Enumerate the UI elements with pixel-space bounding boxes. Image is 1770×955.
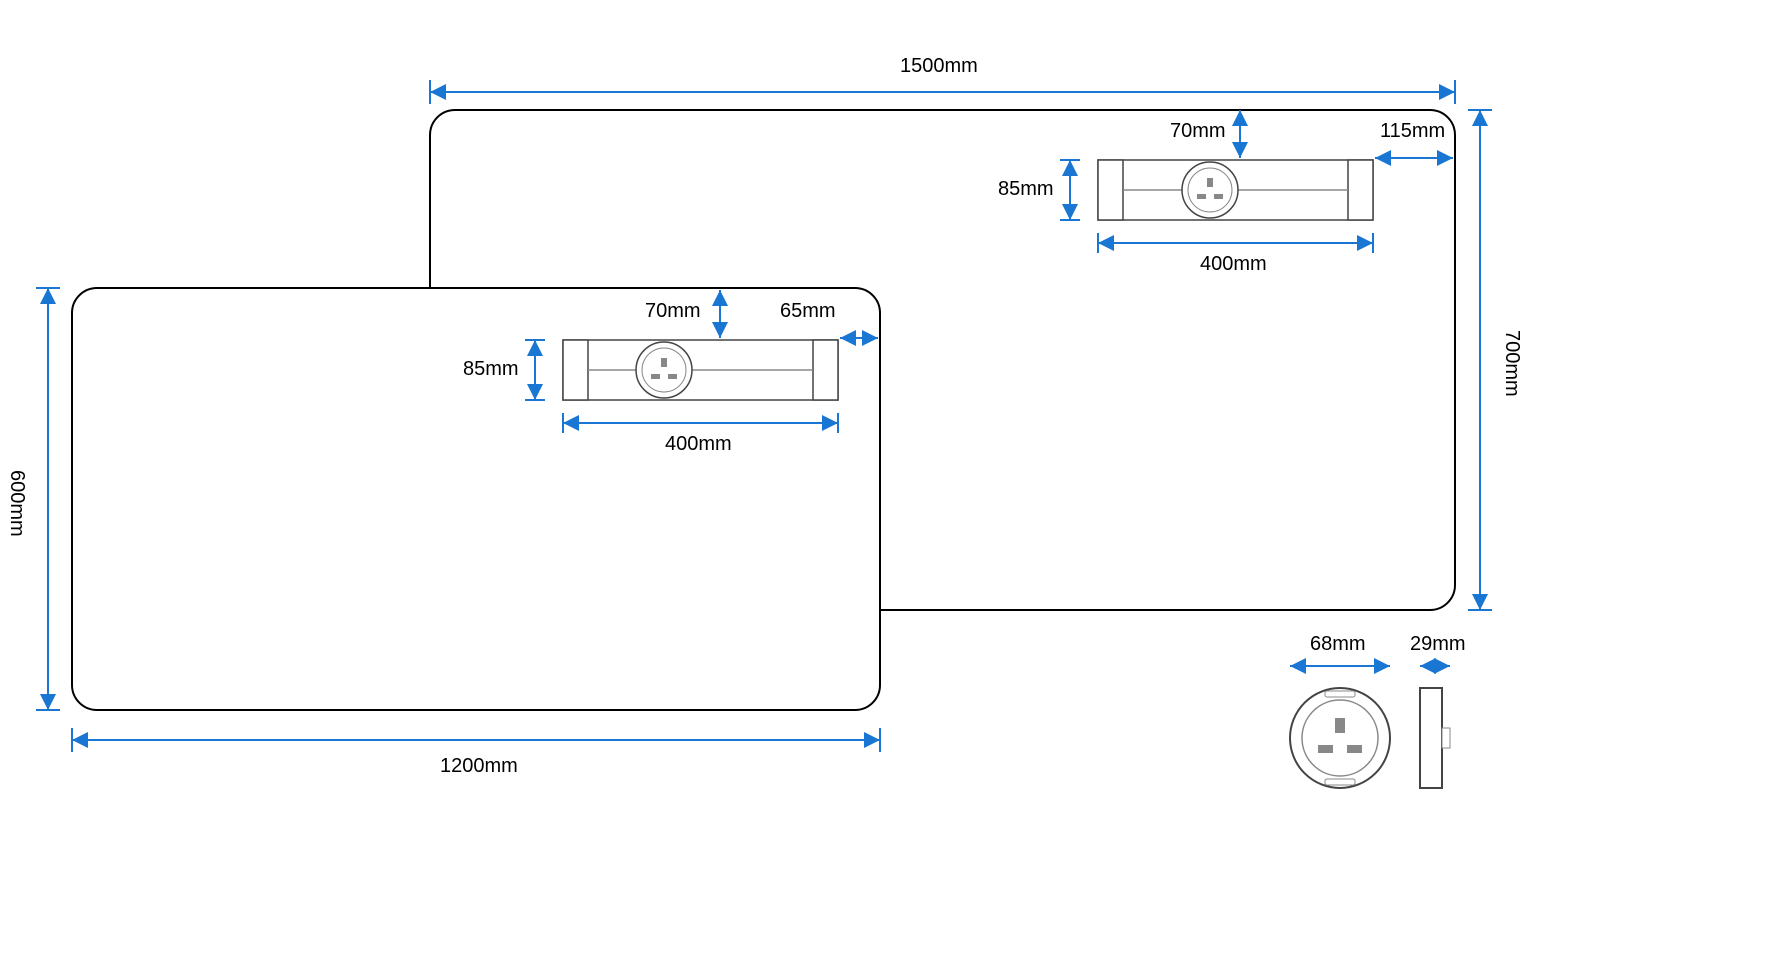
- dim-socket-depth: 29mm: [1410, 633, 1466, 656]
- large-desk-cable-tray: [1098, 160, 1373, 220]
- dim-socket-diameter: 68mm: [1310, 633, 1366, 656]
- dim-large-tray-right: 115mm: [1380, 120, 1445, 143]
- small-desk-cable-tray: [563, 340, 838, 400]
- dim-small-tray-height: 85mm: [463, 358, 519, 381]
- dim-large-height: 700mm: [1500, 330, 1523, 397]
- dim-large-tray-top: 70mm: [1170, 120, 1226, 143]
- dim-small-tray-width: 400mm: [665, 433, 732, 456]
- dim-small-height: 600mm: [5, 470, 28, 537]
- socket-detail-side: [1420, 688, 1450, 788]
- dim-large-width: 1500mm: [900, 55, 978, 78]
- dim-small-tray-right: 65mm: [780, 300, 836, 323]
- dim-small-tray-top: 70mm: [645, 300, 701, 323]
- socket-detail-front: [1290, 688, 1390, 788]
- dim-large-tray-height: 85mm: [998, 178, 1054, 201]
- technical-drawing: [0, 0, 1770, 955]
- dim-small-width: 1200mm: [440, 755, 518, 778]
- dim-large-tray-width: 400mm: [1200, 253, 1267, 276]
